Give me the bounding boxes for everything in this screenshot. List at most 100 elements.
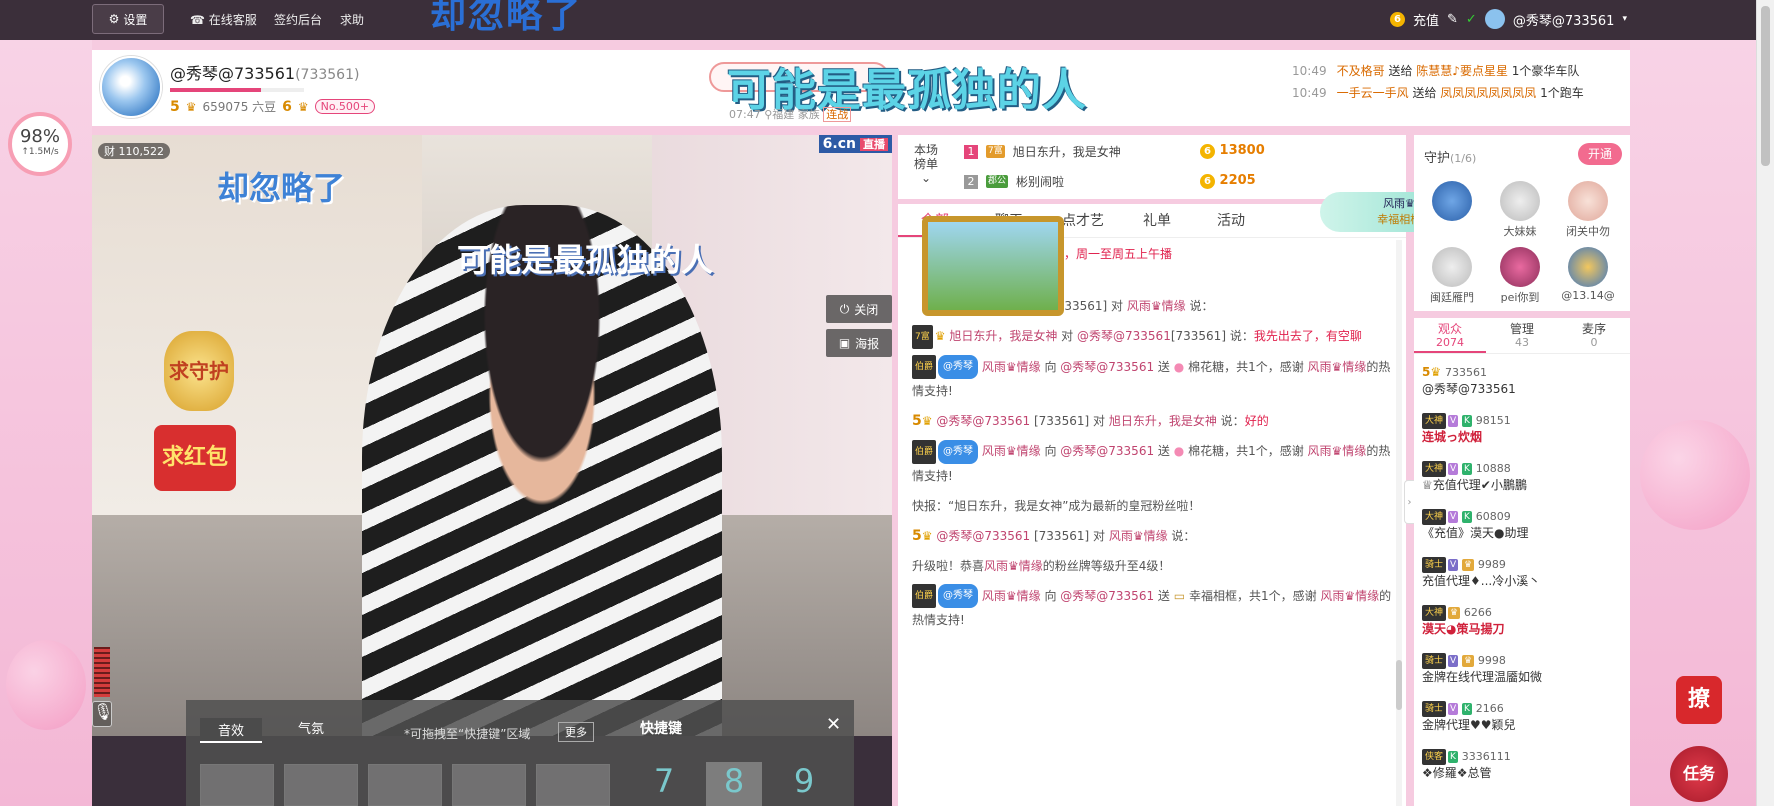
shortcut-key[interactable]: 7 <box>636 762 692 806</box>
chat-scrollbar-thumb[interactable] <box>1396 660 1402 710</box>
audience-row[interactable]: 5♛ 733561 @秀琴@733561 <box>1422 364 1618 397</box>
audience-row[interactable]: 骑士 V ♛ 9989 充值代理♦...冷小溪丶 <box>1422 556 1618 589</box>
news-item[interactable]: 10:49 不及格哥 送给 陈慧慧♪要点星星 1个豪华车队 <box>1292 60 1622 82</box>
page-scrollbar[interactable] <box>1756 0 1774 806</box>
tab-activity[interactable]: 活动 <box>1194 204 1268 237</box>
poster-button[interactable]: ▣ 海报 <box>826 329 892 357</box>
guardian-member[interactable]: 大妹妹 <box>1490 181 1550 239</box>
speed-rate: ↑1.5M/s <box>21 147 59 157</box>
shortcut-key[interactable]: 8 <box>706 762 762 806</box>
topbar-user-area: 6 充值 ✎ ✓ @秀琴@733561 ▾ <box>1390 9 1627 29</box>
rank-row[interactable]: 1 7富 旭日东升，我是女神 <box>964 143 1121 160</box>
chat-message: 伯爵 @秀琴 风雨♛情缘 向 @秀琴@733561 送 ▭ 幸福相框，共1个，感谢… <box>912 584 1392 633</box>
image-icon: ▣ <box>838 336 851 350</box>
guardian-member[interactable]: pei你到 <box>1490 247 1550 305</box>
rank-score: 6 2205 <box>1200 173 1256 189</box>
guardian-member[interactable]: 闭关中勿 <box>1558 181 1618 239</box>
coin-icon: 6 <box>1390 11 1405 27</box>
support-link[interactable]: ☎ 在线客服 <box>190 11 257 28</box>
guardian-member[interactable]: @13.14@ <box>1558 247 1618 302</box>
close-icon[interactable]: ✕ <box>826 714 841 735</box>
chat-message: 伯爵 @秀琴 风雨♛情缘 向 @秀琴@733561 送 ● 棉花糖，共1个，感谢 … <box>912 355 1392 404</box>
chat-message: 升级啦！恭喜风雨♛情缘的粉丝牌等级升至4级！ <box>912 558 1171 573</box>
chat-message: 5♛ @秀琴@733561 [733561] 对 风雨♛情缘 说： <box>912 527 1196 544</box>
anchor-progress-bar <box>170 88 304 92</box>
user-name[interactable]: @秀琴@733561 <box>1513 10 1615 29</box>
crown-icon: ♛ <box>921 414 933 428</box>
sound-slot[interactable] <box>452 764 526 806</box>
audience-row[interactable]: 侠客 K 3336111 ❖修羅❖总管 <box>1422 748 1618 781</box>
crown-icon: ♛ <box>921 528 933 543</box>
tab-sound[interactable]: 音效 <box>200 718 263 743</box>
candy-icon: ● <box>1173 444 1185 458</box>
scrollbar-thumb[interactable] <box>1761 6 1770 166</box>
gift-news-ticker: 10:49 不及格哥 送给 陈慧慧♪要点星星 1个豪华车队 10:49 一手云一手风… <box>1292 60 1622 104</box>
video-player[interactable]: 却忽略了 可能是最孤独的人 财 110,522 6.cn 直播 ⏻ 关闭 ▣ 海报 求… <box>92 135 892 736</box>
recharge-link[interactable]: 充值 <box>1413 10 1439 29</box>
crown-icon: ♛ <box>185 99 197 114</box>
audience-row[interactable]: 大神 V K 10888 ♕充值代理✔小鵬鵬 <box>1422 460 1618 493</box>
tab-audience[interactable]: 观众 2074 <box>1414 318 1486 353</box>
sound-slot[interactable] <box>368 764 442 806</box>
beans-count: 659075 六豆 <box>202 100 277 114</box>
more-button[interactable]: 更多 <box>558 722 594 742</box>
audience-row[interactable]: 大神 V K 98151 连城っ炊烟 <box>1422 412 1618 445</box>
guardian-member[interactable]: 闽廷雁門 <box>1422 247 1482 305</box>
tab-admin[interactable]: 管理 43 <box>1486 318 1558 353</box>
guardian-member[interactable] <box>1422 181 1482 223</box>
edit-icon[interactable]: ✎ <box>1447 12 1458 27</box>
sound-slot[interactable] <box>284 764 358 806</box>
news-item[interactable]: 10:49 一手云一手风 送给 凤凤凤凤凤凤凤凤 1个跑车 <box>1292 82 1622 104</box>
close-video-button[interactable]: ⏻ 关闭 <box>826 295 892 323</box>
video-streamer <box>362 205 722 736</box>
chat-message: 伯爵 @秀琴 风雨♛情缘 向 @秀琴@733561 送 ● 棉花糖，共1个，感谢 … <box>912 439 1392 488</box>
request-guard-button[interactable]: 求守护 <box>164 331 234 411</box>
anchor-avatar[interactable] <box>100 56 162 118</box>
sound-slot[interactable] <box>536 764 610 806</box>
lyric-banner: 可能是最孤独的人 07:47 ⚲福建 家族 连战 <box>709 54 1119 122</box>
lyric-title: 却忽略了 <box>430 0 583 36</box>
sound-slot[interactable] <box>200 764 274 806</box>
anchor-name: @秀琴@733561 <box>170 64 296 83</box>
task-badge-button[interactable]: 撩 <box>1676 676 1722 724</box>
audience-row[interactable]: 大神 V K 60809 《充值》漠天●助理 <box>1422 508 1618 541</box>
rank-label[interactable]: 本场 榜单 ⌄ <box>914 143 938 185</box>
rank-score: 6 13800 <box>1200 143 1265 159</box>
contract-link[interactable]: 签约后台 <box>274 11 322 28</box>
star-level: 6 <box>282 98 292 115</box>
candy-icon: ● <box>1173 359 1185 374</box>
audience-row[interactable]: 骑士 V K 2166 金牌代理♥♥颖兒 <box>1422 700 1618 733</box>
audience-row[interactable]: 大神 ♛ 6266 漠天◕策马揚刀 <box>1422 604 1618 637</box>
help-link[interactable]: 求助 <box>340 11 364 28</box>
rank-badge[interactable]: No.500+ <box>314 99 376 114</box>
task-button[interactable]: 任务 <box>1670 746 1728 802</box>
chat-message: 5♛ @秀琴@733561 [733561] 对 旭日东升，我是女神 说：好的 <box>912 413 1269 429</box>
crown-icon: ♛ <box>1430 365 1442 379</box>
rank-row[interactable]: 2 郡公 彬别闹啦 <box>964 173 1064 190</box>
mic-icon[interactable]: 🎙 <box>92 701 113 727</box>
chat-scrollbar[interactable] <box>1396 240 1402 806</box>
tab-mic-queue[interactable]: 麦序 0 <box>1558 318 1630 353</box>
request-redpack-button[interactable]: 求红包 <box>154 425 236 491</box>
open-guard-button[interactable]: 开通 <box>1578 143 1622 165</box>
gift-frame-image <box>922 216 1064 316</box>
user-avatar[interactable] <box>1484 9 1505 29</box>
collapse-toggle[interactable]: › <box>1404 480 1414 524</box>
chevron-down-icon[interactable]: ▾ <box>1622 14 1627 24</box>
settings-button[interactable]: ⚙ 设置 <box>92 4 164 34</box>
coin-icon: 6 <box>1200 174 1215 189</box>
noble-badge: 伯爵 <box>912 355 937 379</box>
viewer-count: 财 110,522 <box>98 143 170 159</box>
crown-icon: ♛ <box>934 329 946 343</box>
tab-mood[interactable]: 气氛 <box>298 718 324 737</box>
check-icon[interactable]: ✓ <box>1466 12 1477 27</box>
shortcut-panel: 音效 气氛 *可拖拽至“快捷键”区域 更多 快捷键 ✕ 7 8 9 <box>186 700 854 806</box>
audience-row[interactable]: 骑士 V ♛ 9998 金牌在线代理温靥如微 <box>1422 652 1618 685</box>
tab-gift-list[interactable]: 礼单 <box>1120 204 1194 237</box>
coin-icon: 6 <box>1200 144 1215 159</box>
noble-badge: 伯爵 <box>912 439 937 464</box>
anchor-name-line: @秀琴@733561(733561) <box>170 60 359 84</box>
banner-sub: 07:47 ⚲福建 家族 连战 <box>729 106 852 122</box>
shortcut-key[interactable]: 9 <box>776 762 832 806</box>
shortcut-title: 快捷键 <box>640 721 682 737</box>
